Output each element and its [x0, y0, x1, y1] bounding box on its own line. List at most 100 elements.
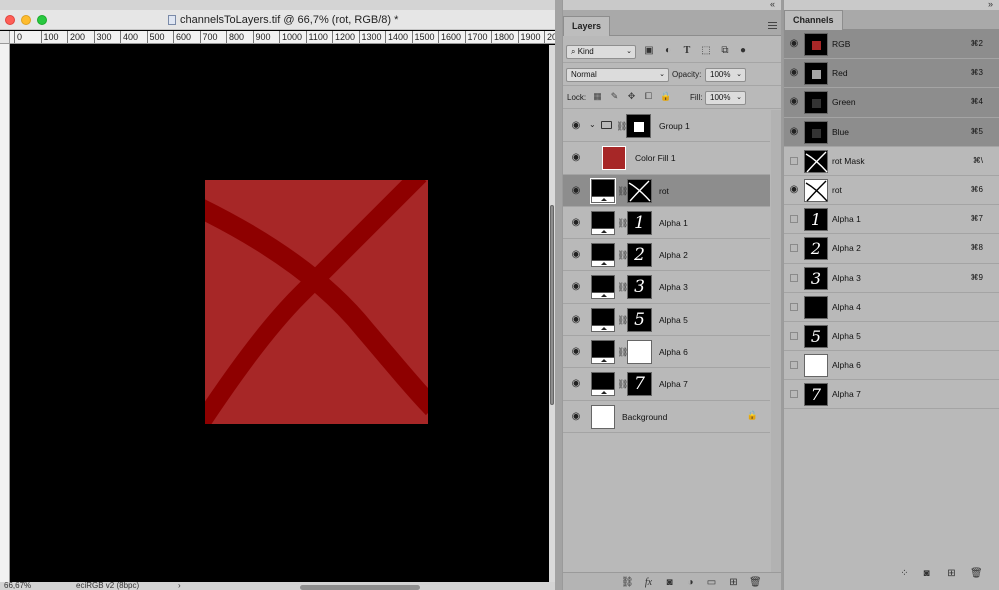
link-icon[interactable]: ⛓	[617, 281, 628, 293]
channel-row[interactable]: ◉ RGB ⌘2	[784, 30, 999, 60]
eye-icon[interactable]: ◉	[789, 39, 799, 49]
document-titlebar[interactable]: channelsToLayers.tif @ 66,7% (rot, RGB/8…	[0, 10, 560, 30]
channel-row[interactable]: 2 Alpha 2 ⌘8	[784, 234, 999, 264]
channel-row[interactable]: ◉ Green ⌘4	[784, 88, 999, 118]
channel-row[interactable]: 5 Alpha 5	[784, 322, 999, 352]
lock-position-icon[interactable]: ✥	[626, 91, 637, 102]
link-icon[interactable]: ⛓	[617, 346, 628, 358]
layer-row[interactable]: ◉ Color Fill 1	[563, 142, 770, 175]
shape-filter-icon[interactable]: ⬚	[700, 45, 712, 57]
visibility-box[interactable]	[790, 331, 798, 340]
type-filter-icon[interactable]: T	[681, 45, 693, 57]
channel-row[interactable]: 7 Alpha 7	[784, 380, 999, 410]
eye-icon[interactable]: ◉	[571, 153, 581, 163]
layer-thumbnail[interactable]	[591, 372, 615, 397]
channel-row[interactable]: 1 Alpha 1 ⌘7	[784, 205, 999, 235]
layer-mask-thumbnail[interactable]	[627, 340, 652, 365]
channel-thumbnail[interactable]	[804, 62, 828, 86]
layer-row[interactable]: ◉ ⛓ 1 Alpha 1	[563, 207, 770, 240]
layer-row[interactable]: ◉ ⌄ ⛓ Group 1	[563, 110, 770, 143]
channel-thumbnail[interactable]	[804, 178, 828, 202]
minimize-button[interactable]	[21, 15, 31, 25]
lock-transparency-icon[interactable]: ▦	[592, 91, 603, 102]
channel-row[interactable]: ◉ Blue ⌘5	[784, 117, 999, 147]
layer-thumbnail[interactable]	[602, 146, 626, 171]
channel-thumbnail[interactable]	[804, 120, 828, 144]
visibility-box[interactable]	[790, 390, 798, 399]
layer-thumbnail[interactable]	[590, 177, 616, 204]
eye-icon[interactable]: ◉	[571, 411, 581, 422]
channel-row[interactable]: Alpha 4	[784, 293, 999, 322]
link-icon[interactable]: ⛓	[616, 120, 627, 132]
lock-artboard-icon[interactable]: ⧠	[643, 91, 654, 102]
channel-thumbnail[interactable]	[804, 33, 828, 56]
tab-layers[interactable]: Layers	[563, 16, 611, 36]
visibility-box[interactable]	[790, 215, 798, 224]
eye-icon[interactable]: ◉	[571, 379, 581, 389]
close-button[interactable]	[5, 15, 15, 25]
layer-row[interactable]: ◉ ⛓ 2 Alpha 2	[563, 239, 770, 272]
vertical-ruler[interactable]	[0, 31, 10, 590]
layers-scrollbar[interactable]	[771, 110, 781, 572]
zoom-button[interactable]	[37, 15, 47, 25]
layer-mask-thumbnail[interactable]: 3	[627, 275, 652, 300]
filter-toggle-icon[interactable]: ●	[737, 45, 749, 57]
adjustment-filter-icon[interactable]: ◐	[662, 45, 674, 57]
fx-icon[interactable]: fx	[643, 577, 654, 588]
layer-thumbnail[interactable]	[591, 307, 615, 332]
trash-icon[interactable]: 🗑	[970, 568, 983, 579]
panel-menu-icon[interactable]	[768, 22, 777, 29]
eye-icon[interactable]: ◉	[571, 121, 581, 131]
eye-icon[interactable]: ◉	[571, 282, 581, 292]
canvas[interactable]	[11, 45, 549, 582]
fill-field[interactable]: 100% ⌄	[705, 91, 746, 105]
tab-channels[interactable]: Channels	[784, 10, 843, 30]
load-selection-icon[interactable]: ⁘	[899, 568, 910, 579]
channel-row[interactable]: Alpha 6	[784, 351, 999, 381]
layer-row[interactable]: ◉ ⛓ 7 Alpha 7	[563, 368, 770, 401]
layer-mask-thumbnail[interactable]	[627, 178, 652, 203]
zoom-level[interactable]: 66,67%	[4, 582, 31, 590]
channel-thumbnail[interactable]: 3	[804, 266, 828, 290]
visibility-box[interactable]	[790, 302, 798, 311]
channel-thumbnail[interactable]	[804, 354, 828, 378]
eye-icon[interactable]: ◉	[789, 97, 799, 107]
link-icon[interactable]: ⛓	[617, 249, 628, 261]
save-selection-icon[interactable]: ◙	[921, 568, 932, 579]
new-group-icon[interactable]: ▭	[706, 577, 717, 588]
channel-thumbnail[interactable]: 7	[804, 383, 828, 407]
eye-icon[interactable]: ◉	[789, 184, 799, 195]
channel-row[interactable]: ◉ Red ⌘3	[784, 59, 999, 89]
layer-mask-thumbnail[interactable]: 5	[627, 307, 652, 332]
visibility-box[interactable]	[790, 156, 798, 165]
channel-thumbnail[interactable]: 2	[804, 237, 828, 261]
channel-thumbnail[interactable]	[804, 91, 828, 115]
layer-thumbnail[interactable]	[591, 210, 615, 235]
filter-kind-select[interactable]: ⌕ Kind ⌄	[566, 45, 636, 59]
chevron-down-icon[interactable]: ⌄	[589, 120, 596, 129]
new-channel-icon[interactable]: ⊞	[946, 568, 957, 579]
layer-mask-thumbnail[interactable]: 7	[627, 372, 652, 397]
channel-thumbnail[interactable]: 5	[804, 324, 828, 348]
ruler-origin[interactable]	[0, 31, 10, 44]
layer-row[interactable]: ◉ ⛓ 5 Alpha 5	[563, 304, 770, 337]
horizontal-ruler[interactable]: 0 100 200 300 400 500 600 700 800 900 1000 1100 1200…	[10, 31, 555, 44]
horizontal-scroll-thumb[interactable]	[300, 585, 420, 590]
eye-icon[interactable]: ◉	[571, 217, 581, 228]
eye-icon[interactable]: ◉	[571, 314, 581, 325]
scroll-thumb[interactable]	[550, 205, 554, 405]
layer-mask-thumbnail[interactable]	[626, 114, 651, 138]
layer-row[interactable]: ◉ ⛓ rot	[563, 174, 770, 207]
link-icon[interactable]: ⛓	[617, 378, 628, 390]
new-adjustment-icon[interactable]: ◑	[685, 577, 696, 588]
eye-icon[interactable]: ◉	[571, 347, 581, 357]
channel-row[interactable]: 3 Alpha 3 ⌘9	[784, 264, 999, 293]
lock-all-icon[interactable]: 🔒	[660, 91, 671, 102]
status-menu-arrow[interactable]: ›	[178, 582, 181, 590]
link-icon[interactable]: ⛓	[617, 185, 628, 197]
layer-mask-thumbnail[interactable]: 1	[627, 210, 652, 235]
eye-icon[interactable]: ◉	[571, 185, 581, 196]
layer-thumbnail[interactable]	[591, 404, 615, 429]
layer-thumbnail[interactable]	[591, 243, 615, 268]
trash-icon[interactable]: 🗑	[749, 577, 762, 588]
